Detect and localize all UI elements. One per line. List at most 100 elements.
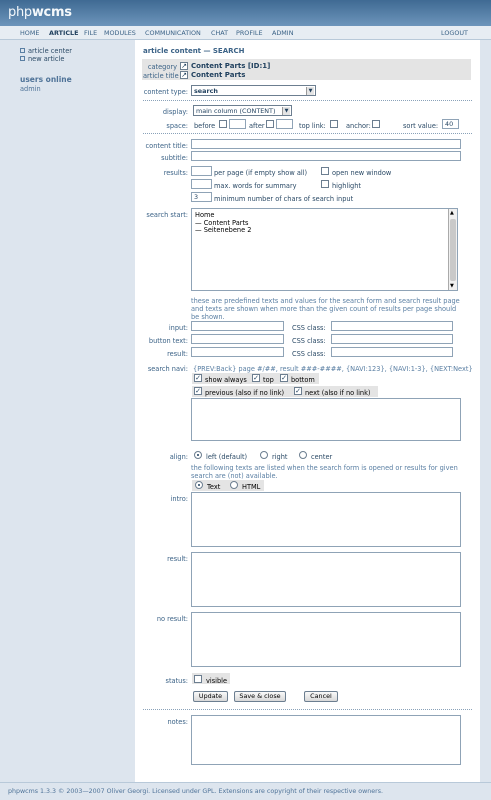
top-link-checkbox[interactable] [330, 120, 338, 128]
open-new-window-checkbox[interactable] [321, 167, 329, 175]
visible-label: visible [206, 677, 228, 685]
search-start-list[interactable]: Home — Content Parts — Seitenebene 2 ▲ ▼ [191, 208, 458, 291]
sidebar-link-article-center[interactable]: article center [20, 47, 72, 55]
result-css-field[interactable] [331, 347, 453, 357]
visible-checkbox[interactable] [194, 675, 202, 683]
button-text-label: button text: [148, 337, 188, 345]
max-words-input[interactable] [191, 179, 212, 189]
previous-label: previous (also if no link) [205, 389, 285, 397]
anchor-checkbox[interactable] [372, 120, 380, 128]
search-start-label: search start: [146, 211, 188, 219]
article-link-icon[interactable]: ↗ [180, 71, 188, 79]
result-css-label: CSS class: [292, 350, 326, 358]
divider [143, 709, 472, 710]
sort-value-label: sort value: [403, 122, 439, 130]
input-css-label: CSS class: [292, 324, 326, 332]
content-title-input[interactable] [191, 139, 461, 149]
sidebar-link-new-article[interactable]: new article [20, 55, 64, 63]
sort-value-input[interactable]: 40 [442, 119, 459, 129]
highlight-checkbox[interactable] [321, 180, 329, 188]
navi-textarea[interactable] [191, 398, 461, 441]
nav-admin[interactable]: ADMIN [272, 29, 293, 37]
list-scrollbar[interactable]: ▲ ▼ [448, 209, 457, 290]
search-navi-label: search navi: [147, 365, 188, 373]
show-always-label: show always [205, 376, 247, 384]
align-right-radio[interactable] [260, 451, 268, 459]
result-label: result: [167, 350, 188, 358]
input-text-field[interactable] [191, 321, 284, 331]
nav-home[interactable]: HOME [20, 29, 39, 37]
notes-textarea[interactable] [191, 715, 461, 765]
nav-logout[interactable]: LOGOUT [441, 29, 468, 37]
html-mode-label: HTML [242, 483, 261, 491]
no-result-textarea[interactable] [191, 612, 461, 667]
html-mode-radio[interactable] [230, 481, 238, 489]
nav-chat[interactable]: CHAT [211, 29, 228, 37]
app-header: phpwcms [0, 0, 491, 26]
no-result-label: no result: [156, 615, 188, 623]
per-page-label: per page (if empty show all) [214, 169, 308, 177]
users-online-title: users online [20, 75, 72, 84]
per-page-input[interactable] [191, 166, 212, 176]
previous-checkbox[interactable]: ✓ [194, 387, 202, 395]
space-after-input[interactable] [276, 119, 293, 129]
result-text-field[interactable] [191, 347, 284, 357]
divider [143, 100, 472, 101]
button-css-field[interactable] [331, 334, 453, 344]
align-center-radio[interactable] [299, 451, 307, 459]
scroll-down-icon[interactable]: ▼ [450, 283, 454, 289]
space-after-checkbox[interactable] [266, 120, 274, 128]
result-textarea[interactable] [191, 552, 461, 607]
top-checkbox[interactable]: ✓ [252, 374, 260, 382]
nav-file[interactable]: FILE [84, 29, 97, 37]
align-left-label: left (default) [206, 453, 248, 461]
sidebar-bullet-icon [20, 56, 25, 61]
text-mode-radio[interactable] [195, 481, 203, 489]
align-right-label: right [272, 453, 288, 461]
article-title-value: Content Parts [191, 71, 246, 79]
nav-communication[interactable]: COMMUNICATION [145, 29, 201, 37]
update-button[interactable]: Update [193, 691, 228, 702]
notes-label: notes: [167, 718, 188, 726]
bottom-label: bottom [291, 376, 315, 384]
max-words-label: max. words for summary [214, 182, 297, 190]
content-type-select[interactable]: search ▼ [191, 85, 316, 96]
cancel-button[interactable]: Cancel [304, 691, 338, 702]
tree-item[interactable]: — Seitenebene 2 [195, 226, 251, 235]
footer: phpwcms 1.3.3 © 2003—2007 Oliver Georgi.… [0, 782, 491, 800]
content-title-label: content title: [145, 142, 188, 150]
subtitle-input[interactable] [191, 151, 461, 161]
next-checkbox[interactable]: ✓ [294, 387, 302, 395]
nav-article[interactable]: ARTICLE [49, 29, 78, 37]
align-left-radio[interactable] [194, 451, 202, 459]
page-title: article content — SEARCH [143, 47, 245, 55]
button-css-label: CSS class: [292, 337, 326, 345]
input-css-field[interactable] [331, 321, 453, 331]
show-always-checkbox[interactable]: ✓ [194, 374, 202, 382]
save-close-button[interactable]: Save & close [234, 691, 286, 702]
min-chars-label: minimum number of chars of search input [214, 195, 354, 203]
min-chars-input[interactable]: 3 [191, 192, 212, 202]
help-text: these are predefined texts and values fo… [191, 297, 460, 321]
space-before-checkbox[interactable] [219, 120, 227, 128]
button-text-field[interactable] [191, 334, 284, 344]
space-label: space: [166, 122, 188, 130]
scroll-up-icon[interactable]: ▲ [450, 210, 454, 216]
intro-textarea[interactable] [191, 492, 461, 547]
bottom-checkbox[interactable]: ✓ [280, 374, 288, 382]
scroll-thumb[interactable] [450, 219, 456, 281]
content-type-label: content type: [143, 88, 188, 96]
chevron-down-icon: ▼ [282, 107, 290, 115]
nav-profile[interactable]: PROFILE [236, 29, 262, 37]
divider [143, 133, 472, 134]
nav-modules[interactable]: MODULES [104, 29, 136, 37]
display-select[interactable]: main column (CONTENT) ▼ [193, 105, 292, 116]
category-label: category [147, 63, 177, 71]
category-link-icon[interactable]: ↗ [180, 62, 188, 70]
top-label: top [263, 376, 274, 384]
space-before-input[interactable] [229, 119, 246, 129]
intro-label: intro: [170, 495, 188, 503]
input-label: input: [168, 324, 188, 332]
texts-help: the following texts are listed when the … [191, 464, 458, 480]
article-title-label: article title [143, 72, 179, 80]
